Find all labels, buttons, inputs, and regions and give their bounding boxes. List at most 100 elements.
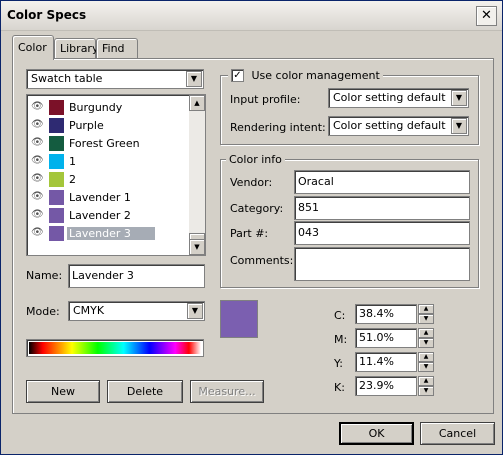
tab-find-label: Find bbox=[102, 42, 125, 55]
category-label: Category: bbox=[230, 202, 284, 215]
yellow-spinner[interactable]: ▲ ▼ bbox=[418, 352, 434, 372]
list-item[interactable]: 👁 Purple bbox=[27, 117, 189, 135]
black-input[interactable]: 23.9% bbox=[355, 376, 417, 396]
swatch-source-select[interactable]: Swatch table ▼ bbox=[26, 69, 204, 89]
swatch-name: Lavender 3 bbox=[67, 227, 155, 240]
swatch-name: 1 bbox=[69, 155, 76, 168]
magenta-spinner[interactable]: ▲ ▼ bbox=[418, 328, 434, 348]
cyan-spinner[interactable]: ▲ ▼ bbox=[418, 304, 434, 324]
eye-icon[interactable]: 👁 bbox=[31, 228, 44, 238]
swatch-color bbox=[49, 118, 64, 133]
swatch-color bbox=[49, 100, 64, 115]
input-profile-value: Color setting default bbox=[333, 91, 446, 104]
color-preview-swatch bbox=[220, 300, 258, 338]
spin-up-icon[interactable]: ▲ bbox=[418, 328, 434, 338]
swatch-name: Lavender 2 bbox=[69, 209, 131, 222]
swatch-color bbox=[49, 190, 64, 205]
eye-icon[interactable]: 👁 bbox=[31, 102, 44, 112]
swatch-name: Purple bbox=[69, 119, 104, 132]
swatch-color bbox=[49, 208, 64, 223]
cyan-input[interactable]: 38.4% bbox=[355, 304, 417, 324]
use-color-management-label: Use color management bbox=[251, 68, 380, 82]
list-item[interactable]: 👁 Lavender 1 bbox=[27, 189, 189, 207]
swatch-list[interactable]: 👁 Lavender 3 👁 Lavender 2 👁 Lavender 1 👁 2 👁 1 👁 Fo… bbox=[26, 94, 206, 256]
mode-label: Mode: bbox=[26, 305, 60, 318]
input-profile-label: Input profile: bbox=[230, 93, 301, 106]
mode-select[interactable]: CMYK ▼ bbox=[68, 301, 205, 321]
eye-icon[interactable]: 👁 bbox=[31, 156, 44, 166]
vendor-input[interactable]: Oracal bbox=[294, 170, 470, 194]
spin-up-icon[interactable]: ▲ bbox=[418, 352, 434, 362]
chevron-down-icon[interactable]: ▼ bbox=[451, 90, 467, 106]
comments-input[interactable] bbox=[294, 247, 470, 281]
eye-icon[interactable]: 👁 bbox=[31, 192, 44, 202]
chevron-down-icon[interactable]: ▼ bbox=[187, 303, 203, 319]
chevron-down-icon[interactable]: ▼ bbox=[186, 71, 202, 87]
magenta-input[interactable]: 51.0% bbox=[355, 328, 417, 348]
swatch-source-value: Swatch table bbox=[31, 72, 103, 85]
chevron-down-icon: ▼ bbox=[194, 243, 200, 251]
use-color-management-checkbox[interactable]: ✓ bbox=[231, 68, 244, 82]
list-item[interactable]: 👁 Lavender 2 bbox=[27, 207, 189, 225]
black-label: K: bbox=[334, 381, 345, 394]
spin-up-icon[interactable]: ▲ bbox=[418, 376, 434, 386]
new-button[interactable]: New bbox=[26, 380, 100, 403]
swatch-name: Lavender 1 bbox=[69, 191, 131, 204]
tab-library[interactable]: Library bbox=[54, 38, 99, 59]
scroll-down-button[interactable]: ▼ bbox=[189, 239, 205, 255]
part-input[interactable]: 043 bbox=[294, 221, 470, 245]
part-label: Part #: bbox=[230, 227, 269, 240]
swatch-color bbox=[49, 172, 64, 187]
swatch-list-scrollbar[interactable]: ▲ ▼ bbox=[189, 95, 205, 255]
eye-icon[interactable]: 👁 bbox=[31, 138, 44, 148]
eye-icon[interactable]: 👁 bbox=[31, 210, 44, 220]
swatch-name: Forest Green bbox=[69, 137, 140, 150]
spin-down-icon[interactable]: ▼ bbox=[418, 386, 434, 396]
name-label: Name: bbox=[26, 269, 63, 282]
chevron-down-icon[interactable]: ▼ bbox=[451, 118, 467, 134]
comments-label: Comments: bbox=[230, 254, 294, 267]
list-item[interactable]: 👁 2 bbox=[27, 171, 189, 189]
spin-up-icon[interactable]: ▲ bbox=[418, 304, 434, 314]
color-info-title: Color info bbox=[226, 153, 285, 166]
swatch-name: Burgundy bbox=[69, 101, 123, 114]
vendor-label: Vendor: bbox=[230, 176, 273, 189]
close-icon: ✕ bbox=[481, 8, 492, 23]
yellow-input[interactable]: 11.4% bbox=[355, 352, 417, 372]
yellow-label: Y: bbox=[334, 357, 343, 370]
input-profile-select[interactable]: Color setting default ▼ bbox=[328, 88, 469, 108]
tab-color-label: Color bbox=[18, 41, 47, 54]
window-title: Color Specs bbox=[7, 8, 87, 22]
spin-down-icon[interactable]: ▼ bbox=[418, 314, 434, 324]
chevron-up-icon: ▲ bbox=[194, 99, 200, 107]
black-spinner[interactable]: ▲ ▼ bbox=[418, 376, 434, 396]
spin-down-icon[interactable]: ▼ bbox=[418, 362, 434, 372]
magenta-label: M: bbox=[334, 333, 348, 346]
close-button[interactable]: ✕ bbox=[476, 6, 497, 26]
color-spectrum[interactable] bbox=[26, 339, 204, 357]
swatch-name: 2 bbox=[69, 173, 76, 186]
delete-button[interactable]: Delete bbox=[107, 380, 183, 403]
tab-color[interactable]: Color bbox=[12, 35, 54, 60]
scroll-up-button[interactable]: ▲ bbox=[189, 95, 205, 111]
rendering-intent-select[interactable]: Color setting default ▼ bbox=[328, 116, 469, 136]
measure-button[interactable]: Measure... bbox=[190, 380, 264, 403]
list-item[interactable]: 👁 Lavender 3 bbox=[27, 225, 189, 243]
list-item[interactable]: 👁 Burgundy bbox=[27, 99, 189, 117]
name-input[interactable]: Lavender 3 bbox=[68, 264, 205, 288]
swatch-color bbox=[49, 136, 64, 151]
color-management-header: ✓ Use color management bbox=[228, 68, 383, 82]
eye-icon[interactable]: 👁 bbox=[31, 120, 44, 130]
list-item[interactable]: 👁 1 bbox=[27, 153, 189, 171]
tab-find[interactable]: Find bbox=[96, 38, 138, 59]
category-input[interactable]: 851 bbox=[294, 196, 470, 220]
eye-icon[interactable]: 👁 bbox=[31, 174, 44, 184]
cancel-button[interactable]: Cancel bbox=[420, 422, 495, 445]
rendering-intent-label: Rendering intent: bbox=[230, 121, 326, 134]
title-bar[interactable]: Color Specs ✕ bbox=[1, 1, 502, 31]
list-item[interactable]: 👁 Forest Green bbox=[27, 135, 189, 153]
ok-button[interactable]: OK bbox=[339, 422, 414, 445]
spin-down-icon[interactable]: ▼ bbox=[418, 338, 434, 348]
swatch-color bbox=[49, 226, 64, 241]
tab-library-label: Library bbox=[60, 42, 99, 55]
